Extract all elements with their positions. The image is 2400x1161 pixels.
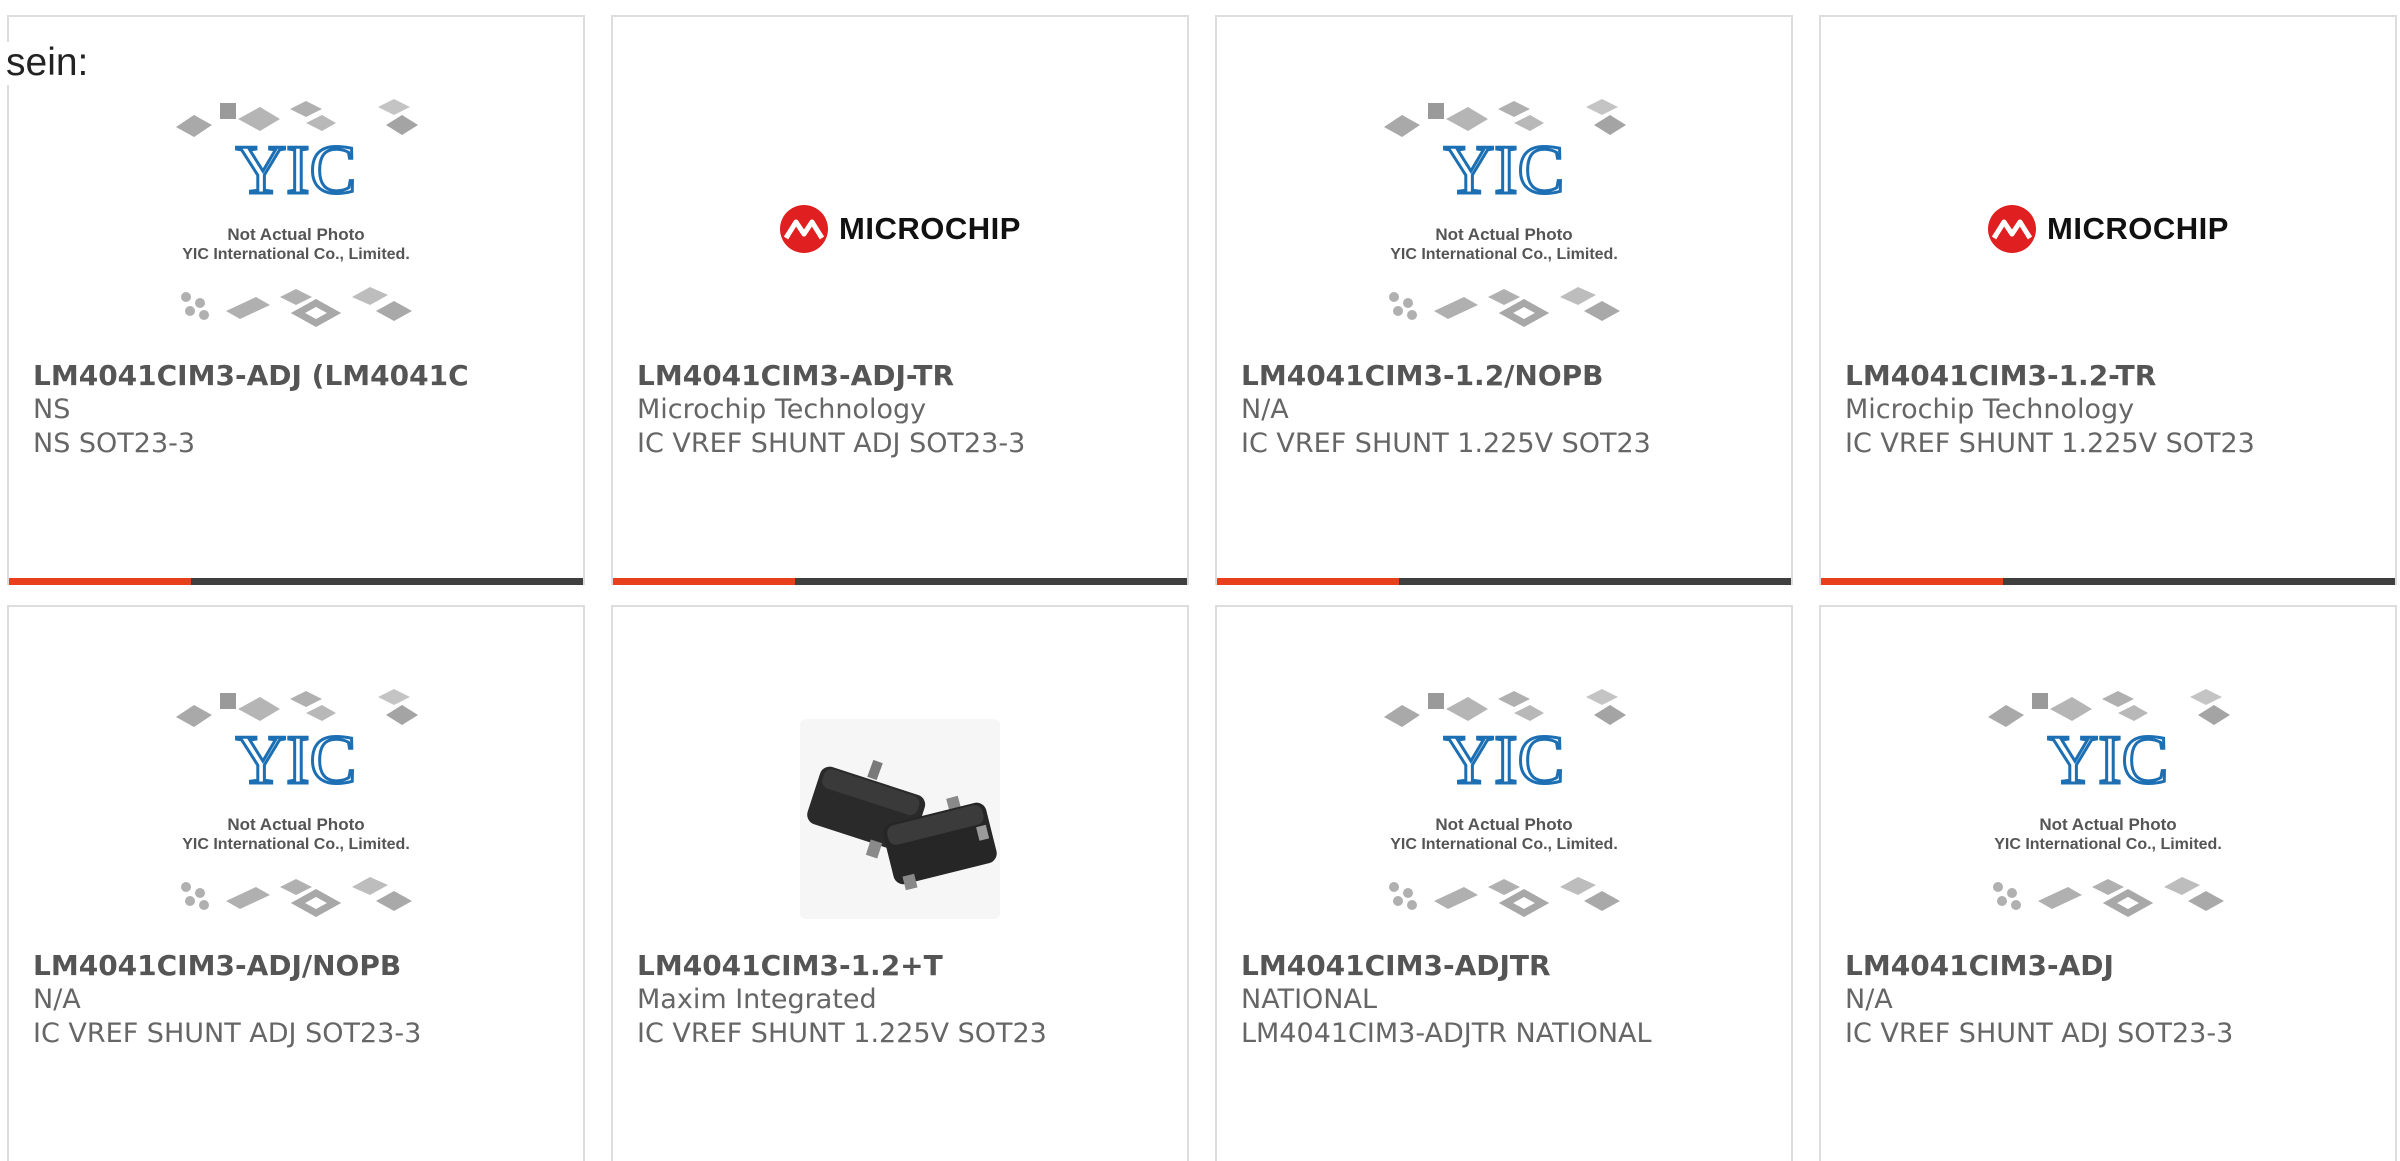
yic-caption-line1: Not Actual Photo	[1435, 225, 1572, 244]
product-info: LM4041CIM3-ADJ/NOPB N/A IC VREF SHUNT AD…	[33, 949, 573, 1051]
microchip-logo: MICROCHIP	[1987, 204, 2229, 254]
part-number-link[interactable]: LM4041CIM3-ADJ (LM4041C	[33, 359, 573, 393]
manufacturer: NS	[33, 394, 71, 425]
product-grid: YIC Not Actual Photo YIC International C…	[0, 0, 2400, 1161]
part-number-link[interactable]: LM4041CIM3-1.2-TR	[1845, 359, 2385, 393]
manufacturer: Maxim Integrated	[637, 984, 877, 1015]
product-card[interactable]: YIC Not Actual Photo YIC International C…	[7, 605, 585, 1161]
yic-logo-text: YIC	[1444, 132, 1565, 209]
yic-caption-line1: Not Actual Photo	[227, 225, 364, 244]
description: IC VREF SHUNT ADJ SOT23-3	[1845, 1018, 2234, 1049]
product-info: LM4041CIM3-ADJ-TR Microchip Technology I…	[637, 359, 1177, 461]
product-card[interactable]: YIC Not Actual Photo YIC International C…	[1215, 605, 1793, 1161]
product-info: LM4041CIM3-ADJTR NATIONAL LM4041CIM3-ADJ…	[1241, 949, 1781, 1051]
yic-caption-line2: YIC International Co., Limited.	[1390, 246, 1618, 263]
product-image[interactable]: YIC Not Actual Photo YIC International C…	[9, 97, 583, 361]
manufacturer: N/A	[1241, 394, 1289, 425]
part-number-link[interactable]: LM4041CIM3-1.2/NOPB	[1241, 359, 1781, 393]
product-card[interactable]: YIC Not Actual Photo YIC International C…	[1819, 605, 2397, 1161]
description: IC VREF SHUNT ADJ SOT23-3	[33, 1018, 422, 1049]
yic-logo-text: YIC	[236, 722, 357, 799]
manufacturer: N/A	[1845, 984, 1893, 1015]
yic-caption-line2: YIC International Co., Limited.	[1994, 836, 2222, 853]
yic-caption-line2: YIC International Co., Limited.	[182, 246, 410, 263]
part-number-link[interactable]: LM4041CIM3-ADJTR	[1241, 949, 1781, 983]
description: IC VREF SHUNT 1.225V SOT23	[1241, 428, 1651, 459]
yic-caption-line1: Not Actual Photo	[1435, 815, 1572, 834]
product-image[interactable]: YIC Not Actual Photo YIC International C…	[1217, 97, 1791, 361]
lead-text: sein:	[6, 41, 89, 85]
yic-placeholder-image: YIC Not Actual Photo YIC International C…	[1384, 689, 1626, 918]
product-info: LM4041CIM3-1.2/NOPB N/A IC VREF SHUNT 1.…	[1241, 359, 1781, 461]
yic-caption-line1: Not Actual Photo	[227, 815, 364, 834]
product-image[interactable]: YIC Not Actual Photo YIC International C…	[1821, 687, 2395, 951]
product-info: LM4041CIM3-1.2-TR Microchip Technology I…	[1845, 359, 2385, 461]
yic-logo-text: YIC	[1444, 722, 1565, 799]
yic-placeholder-image: YIC Not Actual Photo YIC International C…	[1988, 689, 2230, 918]
manufacturer: Microchip Technology	[1845, 394, 2135, 425]
product-card[interactable]: MICROCHIP LM4041CIM3-ADJ-TR Microchip Te…	[611, 15, 1189, 585]
yic-logo-text: YIC	[2048, 722, 2169, 799]
product-card[interactable]: LM4041CIM3-1.2+T Maxim Integrated IC VRE…	[611, 605, 1189, 1161]
microchip-logo: MICROCHIP	[779, 204, 1021, 254]
product-card[interactable]: YIC Not Actual Photo YIC International C…	[1215, 15, 1793, 585]
description: IC VREF SHUNT ADJ SOT23-3	[637, 428, 1026, 459]
microchip-logo-icon	[1988, 205, 2037, 253]
part-number-link[interactable]: LM4041CIM3-ADJ-TR	[637, 359, 1177, 393]
microchip-logo-text: MICROCHIP	[839, 211, 1021, 246]
yic-logo-text: YIC	[236, 132, 357, 209]
microchip-logo-icon	[780, 205, 829, 253]
description: IC VREF SHUNT 1.225V SOT23	[1845, 428, 2255, 459]
card-accent-bar	[9, 578, 583, 585]
microchip-logo-text: MICROCHIP	[2047, 211, 2229, 246]
manufacturer: Microchip Technology	[637, 394, 927, 425]
manufacturer: NATIONAL	[1241, 984, 1377, 1015]
product-image[interactable]: YIC Not Actual Photo YIC International C…	[9, 687, 583, 951]
product-info: LM4041CIM3-1.2+T Maxim Integrated IC VRE…	[637, 949, 1177, 1051]
sot23-package-photo	[800, 719, 1000, 919]
yic-caption-line2: YIC International Co., Limited.	[182, 836, 410, 853]
product-info: LM4041CIM3-ADJ N/A IC VREF SHUNT ADJ SOT…	[1845, 949, 2385, 1051]
product-card[interactable]: MICROCHIP LM4041CIM3-1.2-TR Microchip Te…	[1819, 15, 2397, 585]
yic-placeholder-image: YIC Not Actual Photo YIC International C…	[176, 99, 418, 328]
part-number-link[interactable]: LM4041CIM3-1.2+T	[637, 949, 1177, 983]
yic-caption-line1: Not Actual Photo	[2039, 815, 2176, 834]
product-image[interactable]: MICROCHIP	[1821, 97, 2395, 361]
product-image[interactable]: MICROCHIP	[613, 97, 1187, 361]
product-image[interactable]	[613, 687, 1187, 951]
card-accent-bar	[1217, 578, 1791, 585]
description: IC VREF SHUNT 1.225V SOT23	[637, 1018, 1047, 1049]
yic-placeholder-image: YIC Not Actual Photo YIC International C…	[176, 689, 418, 918]
part-number-link[interactable]: LM4041CIM3-ADJ	[1845, 949, 2385, 983]
card-accent-bar	[1821, 578, 2395, 585]
manufacturer: N/A	[33, 984, 81, 1015]
yic-caption-line2: YIC International Co., Limited.	[1390, 836, 1618, 853]
product-image[interactable]: YIC Not Actual Photo YIC International C…	[1217, 687, 1791, 951]
product-info: LM4041CIM3-ADJ (LM4041C NS NS SOT23-3	[33, 359, 573, 461]
description: NS SOT23-3	[33, 428, 196, 459]
part-number-link[interactable]: LM4041CIM3-ADJ/NOPB	[33, 949, 573, 983]
yic-placeholder-image: YIC Not Actual Photo YIC International C…	[1384, 99, 1626, 328]
product-card[interactable]: YIC Not Actual Photo YIC International C…	[7, 15, 585, 585]
description: LM4041CIM3-ADJTR NATIONAL	[1241, 1018, 1652, 1049]
card-accent-bar	[613, 578, 1187, 585]
